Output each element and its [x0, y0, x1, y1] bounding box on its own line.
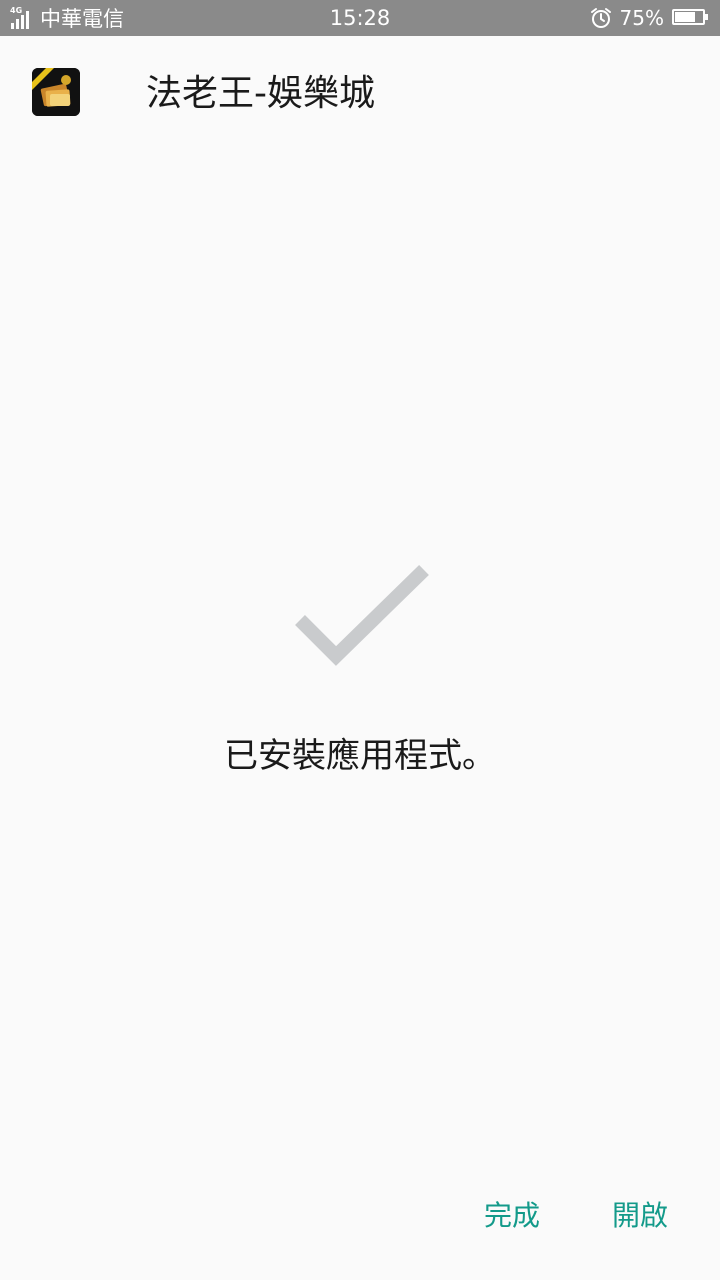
- done-button[interactable]: 完成: [484, 1194, 540, 1238]
- open-button[interactable]: 開啟: [612, 1194, 668, 1238]
- battery-icon: [672, 9, 710, 27]
- install-success-message: 已安裝應用程式。: [224, 736, 496, 776]
- app-title: 法老王-娛樂城: [146, 73, 375, 114]
- alarm-icon: [590, 7, 612, 29]
- battery-percent: 75%: [619, 6, 664, 30]
- status-right: 75%: [590, 0, 710, 36]
- app-icon: [32, 68, 80, 116]
- status-bar: 4G 中華電信 15:28 75%: [0, 0, 720, 36]
- check-icon: [286, 560, 436, 670]
- app-header: 法老王-娛樂城: [0, 36, 720, 148]
